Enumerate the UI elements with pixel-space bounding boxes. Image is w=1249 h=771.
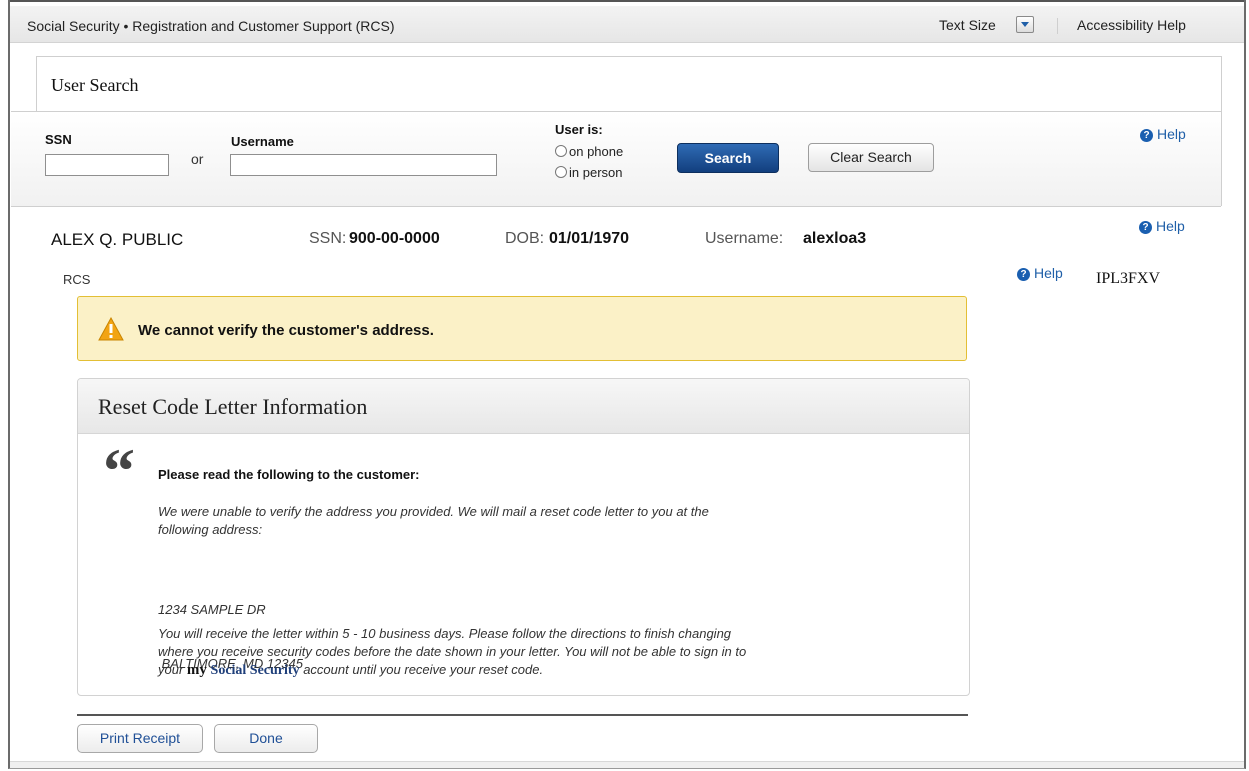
page-title: User Search [51,75,139,95]
user-search-panel: User Search SSN or Username User is: on … [11,56,1222,207]
help-icon: ? [1139,221,1152,234]
script-text-post: account until you receive your reset cod… [299,662,544,677]
in-person-radio[interactable] [555,166,567,178]
card-header: Reset Code Letter Information [78,379,969,434]
rcs-label: RCS [63,272,91,287]
help-label: Help [1157,126,1186,142]
help-label: Help [1034,265,1063,281]
customer-help-link[interactable]: ? Help [1139,218,1185,234]
script-line: We were unable to verify the address you… [158,504,709,519]
app-title: Social Security • Registration and Custo… [27,18,395,34]
warning-banner: We cannot verify the customer's address. [77,296,967,361]
in-person-label: in person [569,165,623,180]
app-window: Social Security • Registration and Custo… [8,0,1246,769]
script-line: where you receive security codes before … [158,644,747,659]
customer-ssn-value: 900-00-0000 [349,230,440,247]
username-input[interactable] [230,154,497,176]
print-receipt-button[interactable]: Print Receipt [77,724,203,753]
reset-code: IPL3FXV [1096,270,1161,287]
text-size-label: Text Size [939,17,996,33]
top-bar-divider [1057,18,1058,34]
customer-username-value: alexloa3 [803,230,867,247]
help-icon: ? [1017,268,1030,281]
warning-icon [98,317,124,341]
address-line: 1234 SAMPLE DR [158,602,266,617]
customer-ssn-label: SSN: [309,230,347,247]
help-icon: ? [1140,129,1153,142]
search-form: SSN or Username User is: on phone in per… [11,111,1221,207]
user-is-label: User is: [555,122,603,137]
warning-message: We cannot verify the customer's address. [138,322,434,339]
help-label: Help [1156,218,1185,234]
customer-username-label: Username: [705,230,784,247]
search-button[interactable]: Search [677,143,779,173]
accessibility-help-link[interactable]: Accessibility Help [1077,17,1186,33]
on-phone-label: on phone [569,144,624,159]
customer-name: ALEX Q. PUBLIC [51,230,184,249]
username-label: Username [231,134,294,149]
or-label: or [191,151,204,167]
card-title: Reset Code Letter Information [98,394,368,419]
customer-dob-label: DOB: [505,230,545,247]
quote-icon: “ [103,435,135,506]
reset-code-letter-card: Reset Code Letter Information “ Please r… [77,378,970,696]
actions-divider [77,714,968,716]
script-text-pre: your [158,662,187,677]
text-size-dropdown-icon[interactable] [1016,16,1034,33]
bottom-edge [10,761,1244,768]
top-bar: Social Security • Registration and Custo… [10,6,1244,43]
on-phone-radio[interactable] [555,145,567,157]
customer-dob-value: 01/01/1970 [549,230,630,247]
ssn-input[interactable] [45,154,169,176]
script-paragraph-2: You will receive the letter within 5 - 1… [158,625,746,680]
script-line: following address: [158,522,263,537]
script-paragraph-1: We were unable to verify the address you… [158,503,709,539]
search-help-link[interactable]: ? Help [1140,126,1186,142]
read-instruction: Please read the following to the custome… [158,467,420,482]
brand-social-security: Social Security [210,663,300,678]
script-line-brand: your my Social Security account until yo… [158,661,746,680]
ssn-label: SSN [45,132,72,147]
script-line: You will receive the letter within 5 - 1… [158,626,732,641]
brand-my: my [186,662,207,678]
done-button[interactable]: Done [214,724,318,753]
code-help-link[interactable]: ? Help [1017,265,1063,281]
clear-search-button[interactable]: Clear Search [808,143,934,172]
